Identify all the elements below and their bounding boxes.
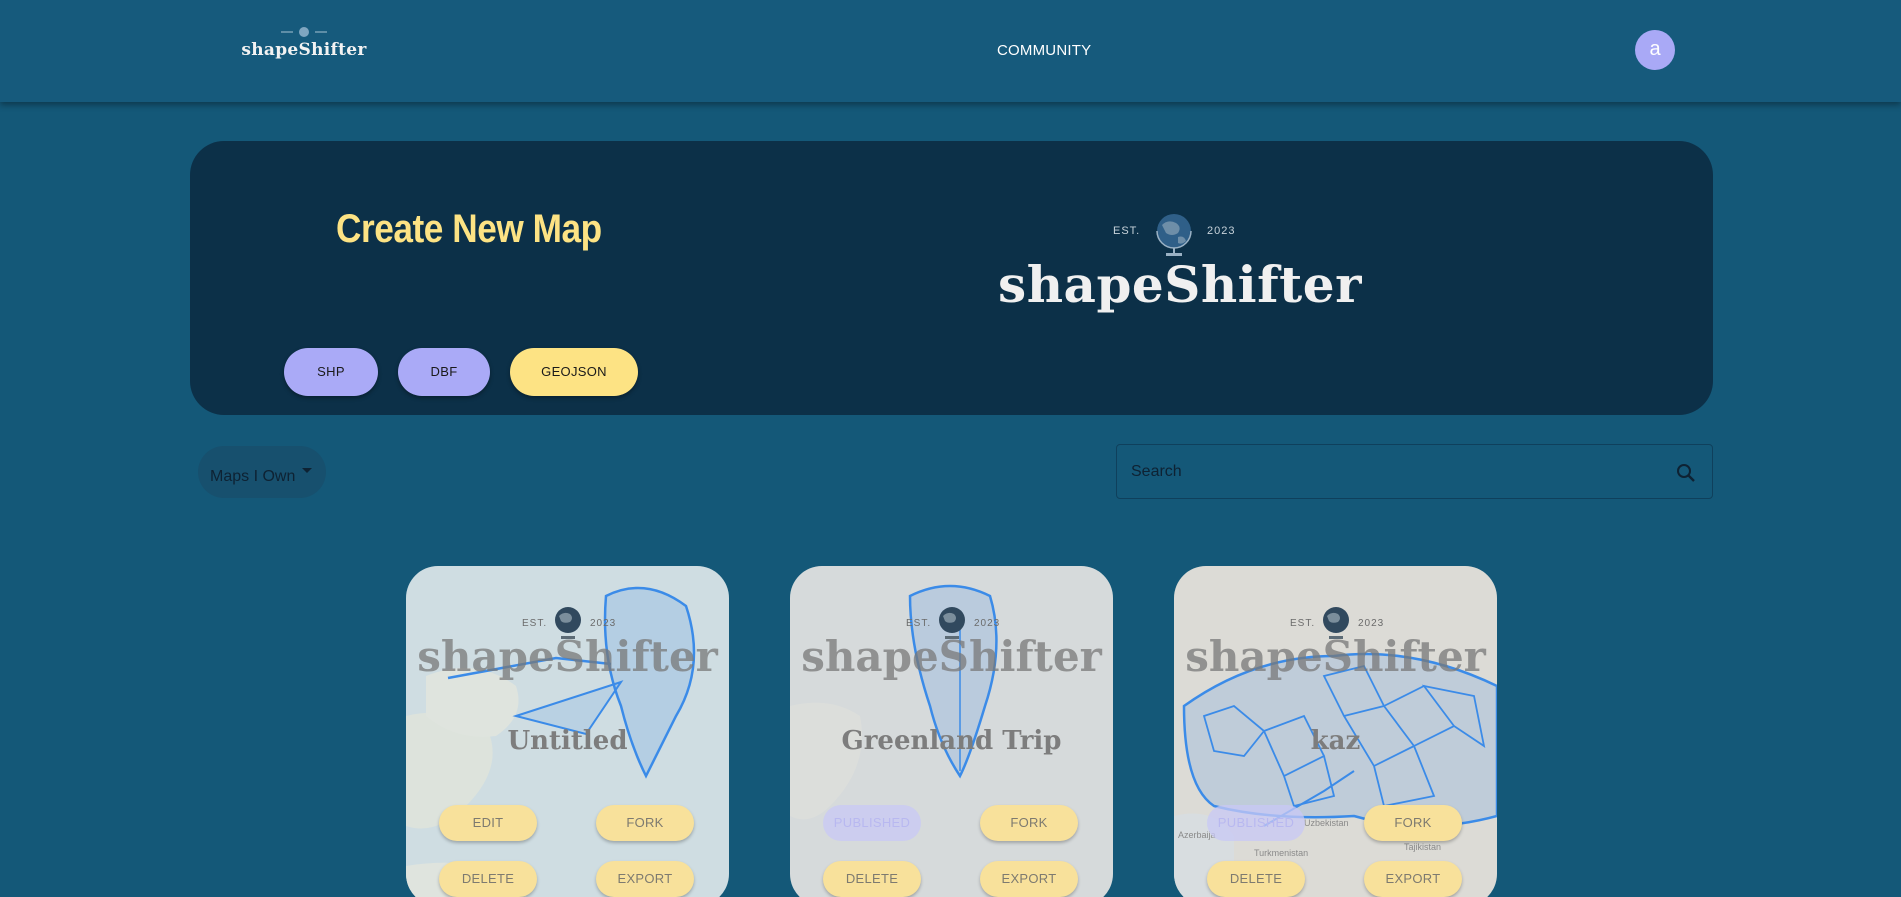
delete-button[interactable]: DELETE	[439, 861, 537, 897]
globe-icon	[281, 27, 327, 37]
search-box	[1116, 444, 1713, 499]
published-badge: PUBLISHED	[1207, 805, 1305, 841]
map-card[interactable]: EST. 2023 shapeShifter Untitled EDIT FOR…	[406, 566, 729, 897]
nav-logo[interactable]: shapeShifter	[234, 24, 374, 64]
logo-year-text: 2023	[1207, 225, 1236, 237]
watermark-year: 2023	[974, 618, 1001, 629]
fork-button[interactable]: FORK	[596, 805, 694, 841]
map-card[interactable]: Azerbaija Uzbekistan Turkmenistan Tajiki…	[1174, 566, 1497, 897]
card-watermark: EST. 2023 shapeShifter	[406, 586, 729, 696]
upload-geojson-button[interactable]: GEOJSON	[510, 348, 638, 396]
page-title: Create New Map	[336, 207, 602, 251]
edit-button[interactable]: EDIT	[439, 805, 537, 841]
map-card[interactable]: EST. 2023 shapeShifter Greenland Trip PU…	[790, 566, 1113, 897]
export-button[interactable]: EXPORT	[980, 861, 1078, 897]
upload-shp-button[interactable]: SHP	[284, 348, 378, 396]
delete-button[interactable]: DELETE	[1207, 861, 1305, 897]
logo-wordmark: shapeShifter	[998, 255, 1362, 314]
export-button[interactable]: EXPORT	[1364, 861, 1462, 897]
nav-link-community[interactable]: COMMUNITY	[997, 42, 1091, 59]
fork-button[interactable]: FORK	[980, 805, 1078, 841]
search-input[interactable]	[1131, 461, 1631, 483]
map-label: Uzbekistan	[1304, 818, 1349, 828]
watermark-word: shapeShifter	[801, 632, 1102, 681]
avatar[interactable]: a	[1635, 30, 1675, 70]
published-badge: PUBLISHED	[823, 805, 921, 841]
map-filter-select[interactable]: Maps I Own	[198, 446, 326, 498]
globe-icon	[1156, 214, 1192, 256]
card-watermark: EST. 2023 shapeShifter	[790, 586, 1113, 696]
watermark-year: 2023	[590, 618, 617, 629]
fork-button[interactable]: FORK	[1364, 805, 1462, 841]
card-title: kaz	[1310, 726, 1361, 756]
watermark-est: EST.	[906, 618, 932, 629]
watermark-word: shapeShifter	[1185, 632, 1486, 681]
filter-selected-label: Maps I Own	[210, 468, 296, 485]
card-title: Greenland Trip	[841, 726, 1062, 756]
map-label: Tajikistan	[1404, 842, 1441, 852]
logo-est-text: EST.	[1113, 225, 1141, 237]
watermark-est: EST.	[522, 618, 548, 629]
brand-logo: EST. 2023 shapeShifter	[990, 211, 1370, 331]
create-map-banner: Create New Map SHP DBF GEOJSON EST. 2023…	[190, 141, 1713, 415]
watermark-word: shapeShifter	[417, 632, 718, 681]
export-button[interactable]: EXPORT	[596, 861, 694, 897]
delete-button[interactable]: DELETE	[823, 861, 921, 897]
watermark-year: 2023	[1358, 618, 1385, 629]
map-label: Turkmenistan	[1254, 848, 1308, 858]
search-icon[interactable]	[1674, 461, 1698, 485]
watermark-est: EST.	[1290, 618, 1316, 629]
card-title: Untitled	[507, 726, 628, 756]
chevron-down-icon	[302, 468, 312, 473]
nav-logo-text: shapeShifter	[241, 40, 367, 60]
card-watermark: EST. 2023 shapeShifter	[1174, 586, 1497, 696]
upload-dbf-button[interactable]: DBF	[398, 348, 490, 396]
top-navbar: shapeShifter COMMUNITY a	[0, 0, 1901, 102]
